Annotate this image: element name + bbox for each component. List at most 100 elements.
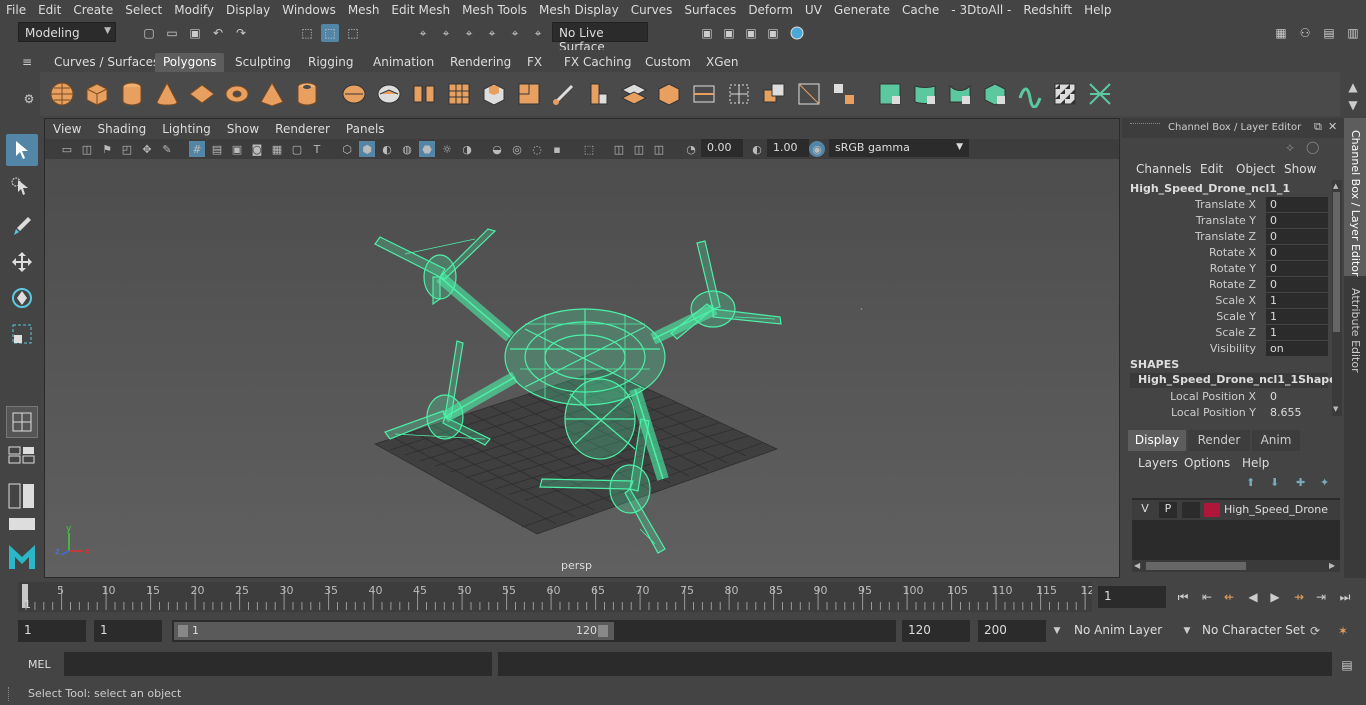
layers-menu[interactable]: Layers — [1138, 456, 1178, 470]
viewport-canvas[interactable]: z x y · persp — [45, 159, 1119, 577]
two-panel-layout-icon[interactable] — [6, 482, 38, 510]
gate-mask-icon[interactable]: ◙ — [249, 141, 265, 157]
render-current-icon[interactable]: ▣ — [720, 24, 738, 42]
append-polygon-icon[interactable] — [655, 80, 683, 108]
menu-curves[interactable]: Curves — [625, 3, 679, 17]
menu-surfaces[interactable]: Surfaces — [678, 3, 742, 17]
scale-tool-icon[interactable] — [6, 318, 38, 350]
menu-mesh-display[interactable]: Mesh Display — [533, 3, 625, 17]
tab-rendering[interactable]: Rendering — [442, 53, 519, 72]
tab-sculpting[interactable]: Sculpting — [227, 53, 299, 72]
step-forward-frame-icon[interactable]: ⇸ — [1290, 588, 1308, 606]
tab-custom[interactable]: Custom — [637, 53, 699, 72]
textured-icon[interactable]: ◍ — [399, 141, 415, 157]
new-scene-icon[interactable]: ▢ — [140, 24, 158, 42]
outliner-layout-icon[interactable] — [6, 516, 38, 532]
soft-select-icon[interactable] — [1016, 80, 1044, 108]
playback-start-field[interactable]: 1 — [94, 620, 162, 642]
menu-redshift[interactable]: Redshift — [1017, 3, 1078, 17]
animation-preferences-icon[interactable]: ✶ — [1334, 622, 1352, 640]
poly-torus-icon[interactable] — [223, 80, 251, 108]
step-back-key-icon[interactable]: ⇤ — [1198, 588, 1216, 606]
tab-fx[interactable]: FX — [519, 53, 550, 72]
smooth-shading-icon[interactable]: ⬢ — [359, 141, 375, 157]
channel-row-translate-z[interactable]: Translate Z 0 — [1122, 229, 1332, 245]
range-slider-handle[interactable]: 1 120 — [174, 622, 614, 640]
layer-name[interactable]: High_Speed_Drone — [1224, 503, 1328, 516]
symmetry-icon[interactable] — [1086, 80, 1114, 108]
step-back-frame-icon[interactable]: ⇷ — [1220, 588, 1238, 606]
select-face-icon[interactable] — [876, 80, 904, 108]
channel-row-rotate-x[interactable]: Rotate X 0 — [1122, 245, 1332, 261]
multi-cut-icon[interactable] — [550, 80, 578, 108]
tab-attribute-editor[interactable]: Attribute Editor — [1349, 288, 1362, 373]
menu-select[interactable]: Select — [119, 3, 168, 17]
rotate-tool-icon[interactable] — [6, 282, 38, 314]
tab-display[interactable]: Display — [1128, 430, 1186, 451]
tab-polygons[interactable]: Polygons — [155, 53, 225, 72]
move-layer-up-icon[interactable]: ⬆ — [1246, 476, 1255, 489]
menu-edit[interactable]: Edit — [32, 3, 67, 17]
shelf-scroll-up-icon[interactable]: ▲ — [1344, 78, 1362, 96]
character-set-dropdown[interactable]: No Character Set — [1196, 620, 1305, 642]
channel-value[interactable]: 0 — [1266, 213, 1328, 228]
camera-attributes-icon[interactable]: ◫ — [79, 141, 95, 157]
channel-value[interactable]: 0 — [1266, 229, 1328, 244]
shelf-menu-icon[interactable]: ≡ — [18, 53, 36, 71]
poly-sphere-icon[interactable] — [48, 80, 76, 108]
menu-file[interactable]: File — [0, 3, 32, 17]
modeling-toolkit-icon[interactable]: ▦ — [1272, 24, 1290, 42]
combine-icon[interactable] — [340, 80, 368, 108]
shape-name[interactable]: High_Speed_Drone_ncl1_1Shape — [1130, 373, 1337, 388]
bookmark-icon[interactable]: ⚑ — [99, 141, 115, 157]
exposure-field[interactable]: 0.00 — [701, 139, 743, 157]
channel-toggle-icon[interactable]: ◯ — [1306, 140, 1319, 154]
character-controls-icon[interactable]: ⚇ — [1296, 24, 1314, 42]
open-scene-icon[interactable]: ▭ — [163, 24, 181, 42]
channel-row-visibility[interactable]: Visibility on — [1122, 341, 1332, 357]
step-forward-key-icon[interactable]: ⇥ — [1312, 588, 1330, 606]
viewport-menu-show[interactable]: Show — [219, 122, 267, 136]
channel-value[interactable]: 8.655 — [1266, 405, 1328, 420]
channel-value[interactable]: 0 — [1266, 261, 1328, 276]
scroll-left-icon[interactable]: ◀ — [1134, 561, 1140, 570]
viewport-menu-view[interactable]: View — [45, 122, 89, 136]
menu-generate[interactable]: Generate — [828, 3, 896, 17]
range-end-grip[interactable] — [598, 625, 608, 637]
tab-anim[interactable]: Anim — [1252, 430, 1300, 451]
scroll-up-icon[interactable]: ▲ — [1333, 182, 1338, 190]
layer-row[interactable]: V P High_Speed_Drone — [1132, 500, 1340, 520]
hypershade-icon[interactable] — [788, 24, 806, 42]
layer-visibility-toggle[interactable]: V — [1136, 502, 1154, 518]
show-menu[interactable]: Show — [1284, 162, 1316, 176]
viewport-menu-renderer[interactable]: Renderer — [267, 122, 338, 136]
edit-menu[interactable]: Edit — [1200, 162, 1223, 176]
channels-menu[interactable]: Channels — [1136, 162, 1192, 176]
sidebar-toggle-icon[interactable]: ▥ — [1344, 24, 1362, 42]
last-tool-icon[interactable] — [6, 406, 38, 438]
scroll-down-icon[interactable]: ▼ — [1333, 405, 1338, 413]
go-to-end-icon[interactable]: ⏭ — [1336, 588, 1354, 606]
menu-mesh[interactable]: Mesh — [342, 3, 386, 17]
scroll-right-icon[interactable]: ▶ — [1329, 561, 1335, 570]
options-menu[interactable]: Options — [1184, 456, 1230, 470]
uv-editor-icon[interactable] — [830, 80, 858, 108]
time-slider-track[interactable]: 1 5 10 15 20 25 30 35 40 45 50 55 60 65 70 75 80 85 90 95 1… — [18, 582, 1092, 612]
grid-toggle-icon[interactable]: # — [189, 141, 205, 157]
channel-value[interactable]: 0 — [1266, 389, 1328, 404]
menu-windows[interactable]: Windows — [276, 3, 342, 17]
target-weld-icon[interactable] — [725, 80, 753, 108]
channel-row-scale-x[interactable]: Scale X 1 — [1122, 293, 1332, 309]
anim-layer-dropdown[interactable]: No Anim Layer — [1068, 620, 1176, 642]
channel-row-translate-x[interactable]: Translate X 0 — [1122, 197, 1332, 213]
layer-hscrollbar[interactable]: ◀ ▶ — [1132, 560, 1340, 572]
grease-pencil-icon[interactable]: ✎ — [159, 141, 175, 157]
snap-point-icon[interactable]: ⌖ — [460, 24, 478, 42]
undo-icon[interactable]: ↶ — [209, 24, 227, 42]
film-gate-icon[interactable]: ▤ — [209, 141, 225, 157]
exposure-icon[interactable]: ◔ — [683, 141, 699, 157]
resolution-gate-icon[interactable]: ▣ — [229, 141, 245, 157]
tab-animation[interactable]: Animation — [365, 53, 442, 72]
make-live-icon[interactable]: ⌖ — [529, 24, 547, 42]
poly-pipe-icon[interactable] — [293, 80, 321, 108]
